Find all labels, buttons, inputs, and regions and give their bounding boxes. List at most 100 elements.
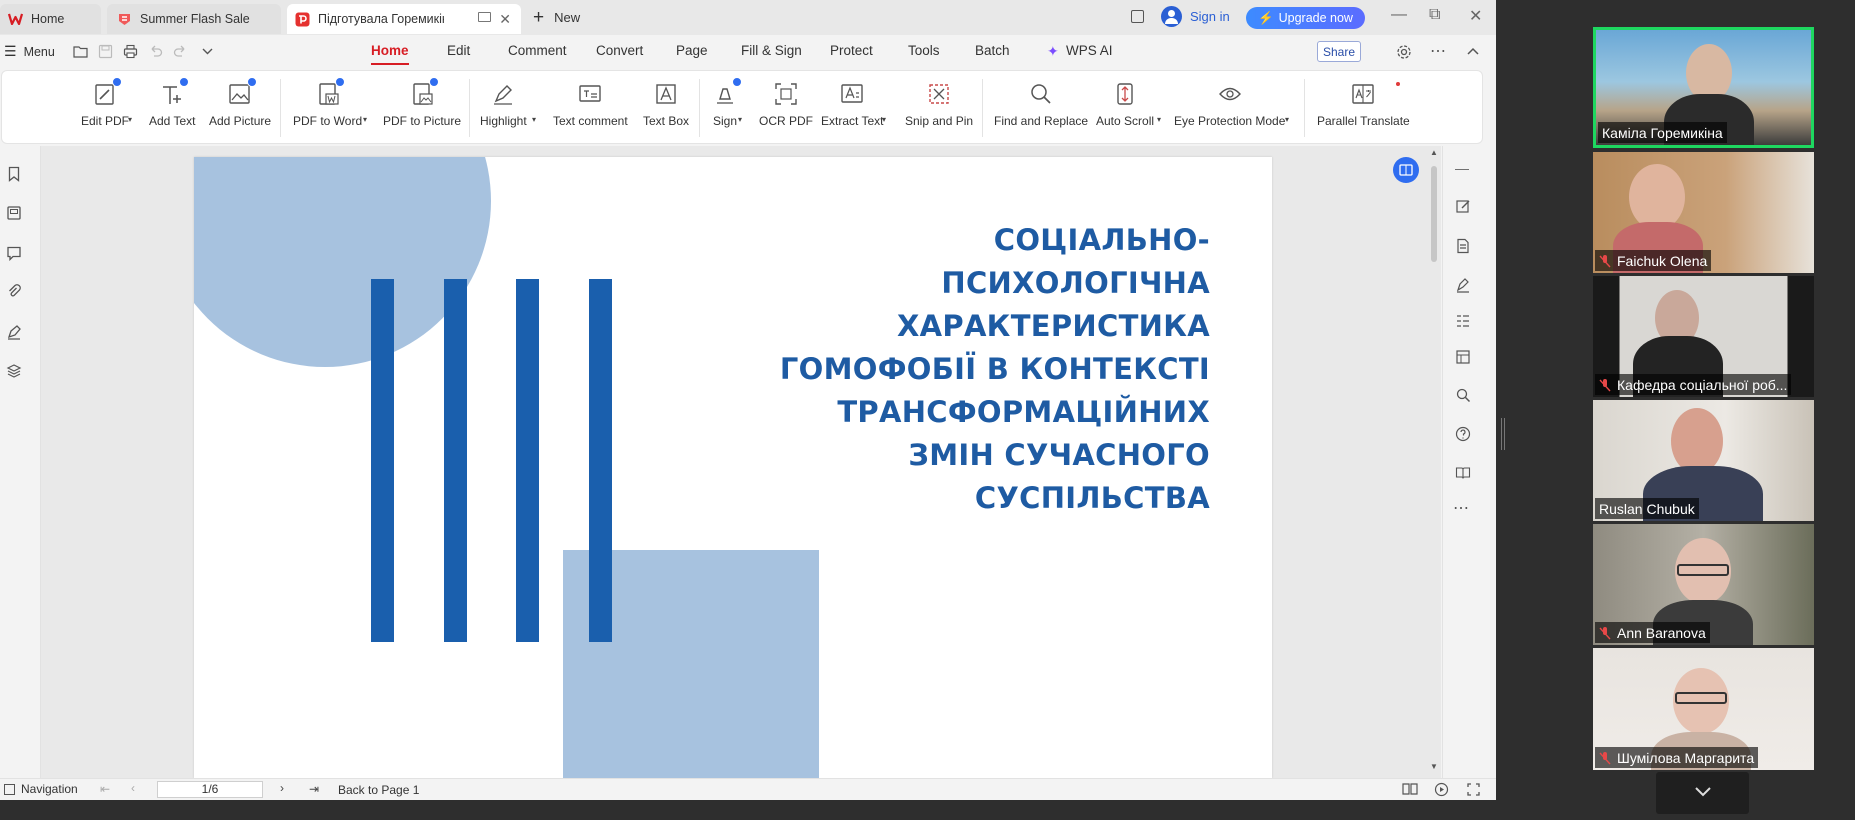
edit-pdf-button[interactable]: Edit PDF [81, 77, 129, 128]
bookmark-icon[interactable] [6, 166, 22, 182]
edit-icon[interactable] [1455, 198, 1471, 214]
snip-and-pin-button[interactable]: Snip and Pin [905, 81, 973, 128]
new-tab-button[interactable]: + New [533, 8, 580, 27]
decorative-bar [444, 279, 467, 642]
chevron-up-icon[interactable] [1466, 45, 1480, 59]
show-more-participants-button[interactable] [1656, 772, 1749, 814]
signature-icon[interactable] [6, 324, 22, 340]
minimize-icon[interactable]: — [1391, 6, 1407, 24]
play-icon[interactable] [1434, 782, 1449, 797]
dropdown-caret-icon[interactable]: ▾ [882, 115, 886, 124]
dropdown-caret-icon[interactable]: ▾ [738, 115, 742, 124]
next-page-icon[interactable]: › [280, 781, 284, 795]
restore-icon[interactable]: ⧉ [1429, 6, 1440, 24]
tab-protect[interactable]: Protect [830, 43, 873, 58]
tab-edit[interactable]: Edit [447, 43, 470, 58]
tab-fill-sign[interactable]: Fill & Sign [741, 43, 802, 58]
sign-button[interactable]: Sign [712, 77, 742, 128]
extract-text-button[interactable]: Extract Text [821, 81, 883, 128]
tab-comment[interactable]: Comment [508, 43, 567, 58]
dropdown-caret-icon[interactable]: ▾ [363, 115, 367, 124]
reading-mode-icon[interactable] [1402, 782, 1418, 796]
participant-tile[interactable]: Кафедра соціальної роб... [1593, 276, 1814, 397]
comment-icon[interactable] [6, 245, 22, 261]
vertical-scrollbar[interactable]: ▲ ▼ [1429, 148, 1439, 772]
participant-tile[interactable]: Ruslan Chubuk [1593, 400, 1814, 521]
add-picture-button[interactable]: Add Picture [209, 77, 271, 128]
pdf-to-picture-button[interactable]: PDF to Picture [383, 77, 461, 128]
scrollbar-thumb[interactable] [1431, 166, 1437, 262]
scroll-up-icon[interactable]: ▲ [1430, 148, 1438, 157]
participant-tile[interactable]: Faichuk Olena [1593, 152, 1814, 273]
fullscreen-icon[interactable] [1466, 782, 1481, 797]
collapse-icon[interactable]: — [1455, 160, 1471, 176]
open-folder-icon[interactable] [73, 44, 88, 59]
pdf-to-word-button[interactable]: PDF to Word [293, 77, 362, 128]
last-page-icon[interactable]: ⇥ [309, 782, 319, 796]
menu-button[interactable]: ☰ Menu [4, 43, 55, 60]
first-page-icon[interactable]: ⇤ [100, 782, 110, 796]
text-comment-button[interactable]: Text comment [553, 81, 628, 128]
tab-document[interactable]: Підготувала Горемикіна кам ✕ [287, 4, 521, 34]
layers-icon[interactable] [6, 363, 22, 379]
document-viewport[interactable]: СОЦІАЛЬНО- ПСИХОЛОГІЧНА ХАРАКТЕРИСТИКА Г… [41, 146, 1441, 778]
parallel-translate-button[interactable]: Parallel Translate [1317, 81, 1410, 128]
text-box-button[interactable]: Text Box [643, 81, 689, 128]
undo-icon[interactable] [148, 44, 163, 59]
pen-icon[interactable] [1455, 277, 1471, 293]
tab-batch[interactable]: Batch [975, 43, 1010, 58]
tab-summer-flash-sale[interactable]: Summer Flash Sale [107, 4, 281, 34]
dropdown-caret-icon[interactable]: ▾ [532, 115, 536, 124]
window-close-icon[interactable]: ✕ [1469, 6, 1482, 26]
tab-tools[interactable]: Tools [908, 43, 940, 58]
share-button[interactable]: Share [1317, 41, 1361, 62]
outline-icon[interactable] [1455, 313, 1471, 329]
find-and-replace-button[interactable]: Find and Replace [994, 81, 1088, 128]
book-icon[interactable] [1455, 465, 1471, 481]
dropdown-caret-icon[interactable]: ▾ [1285, 115, 1289, 124]
more-icon[interactable]: ⋯ [1453, 498, 1469, 517]
page-number-input[interactable]: 1/6 [157, 781, 263, 798]
navigation-label: Navigation [21, 782, 78, 796]
document-properties-icon[interactable] [1455, 238, 1471, 254]
navigation-toggle[interactable]: Navigation [4, 782, 78, 796]
highlight-button[interactable]: Highlight [480, 81, 527, 128]
window-layout-icon[interactable] [1131, 10, 1144, 23]
translate-float-button[interactable] [1393, 157, 1419, 183]
monitor-icon[interactable] [478, 12, 491, 22]
pdf-icon [295, 12, 310, 27]
redo-icon[interactable] [173, 44, 188, 59]
stamp-icon[interactable] [1455, 349, 1471, 365]
save-icon[interactable] [98, 44, 113, 59]
sign-in-button[interactable]: Sign in [1161, 6, 1230, 27]
tab-home[interactable]: Home [0, 4, 101, 34]
add-text-button[interactable]: Add Text [149, 77, 195, 128]
attachment-icon[interactable] [6, 284, 22, 300]
participant-tile[interactable]: Каміла Горемикіна [1593, 27, 1814, 148]
participant-tile[interactable]: Ann Baranova [1593, 524, 1814, 645]
auto-scroll-button[interactable]: Auto Scroll [1096, 81, 1154, 128]
prev-page-icon[interactable]: ‹ [131, 781, 135, 795]
more-icon[interactable]: ⋯ [1430, 41, 1446, 61]
eye-protection-mode-button[interactable]: Eye Protection Mode [1174, 81, 1285, 128]
help-icon[interactable] [1455, 426, 1471, 442]
close-icon[interactable]: ✕ [499, 11, 511, 28]
tab-page[interactable]: Page [676, 43, 708, 58]
ocr-pdf-button[interactable]: OCR PDF [759, 81, 813, 128]
participant-tile[interactable]: Шумілова Маргарита [1593, 648, 1814, 770]
scroll-down-icon[interactable]: ▼ [1430, 762, 1438, 771]
panel-resize-handle[interactable] [1501, 418, 1505, 450]
upgrade-button[interactable]: ⚡ Upgrade now [1246, 7, 1365, 29]
back-to-page-link[interactable]: Back to Page 1 [338, 783, 419, 797]
muted-mic-icon [1599, 751, 1611, 764]
dropdown-caret-icon[interactable]: ▾ [1157, 115, 1161, 124]
tab-convert[interactable]: Convert [596, 43, 643, 58]
settings-icon[interactable] [1396, 44, 1412, 60]
chevron-down-icon[interactable] [200, 44, 215, 59]
print-icon[interactable] [123, 44, 138, 59]
tab-wps-ai[interactable]: WPS AI [1066, 43, 1113, 58]
tab-home-ribbon[interactable]: Home [371, 43, 409, 58]
thumbnails-icon[interactable] [6, 205, 22, 221]
search-icon[interactable] [1455, 387, 1471, 403]
dropdown-caret-icon[interactable]: ▾ [128, 115, 132, 124]
